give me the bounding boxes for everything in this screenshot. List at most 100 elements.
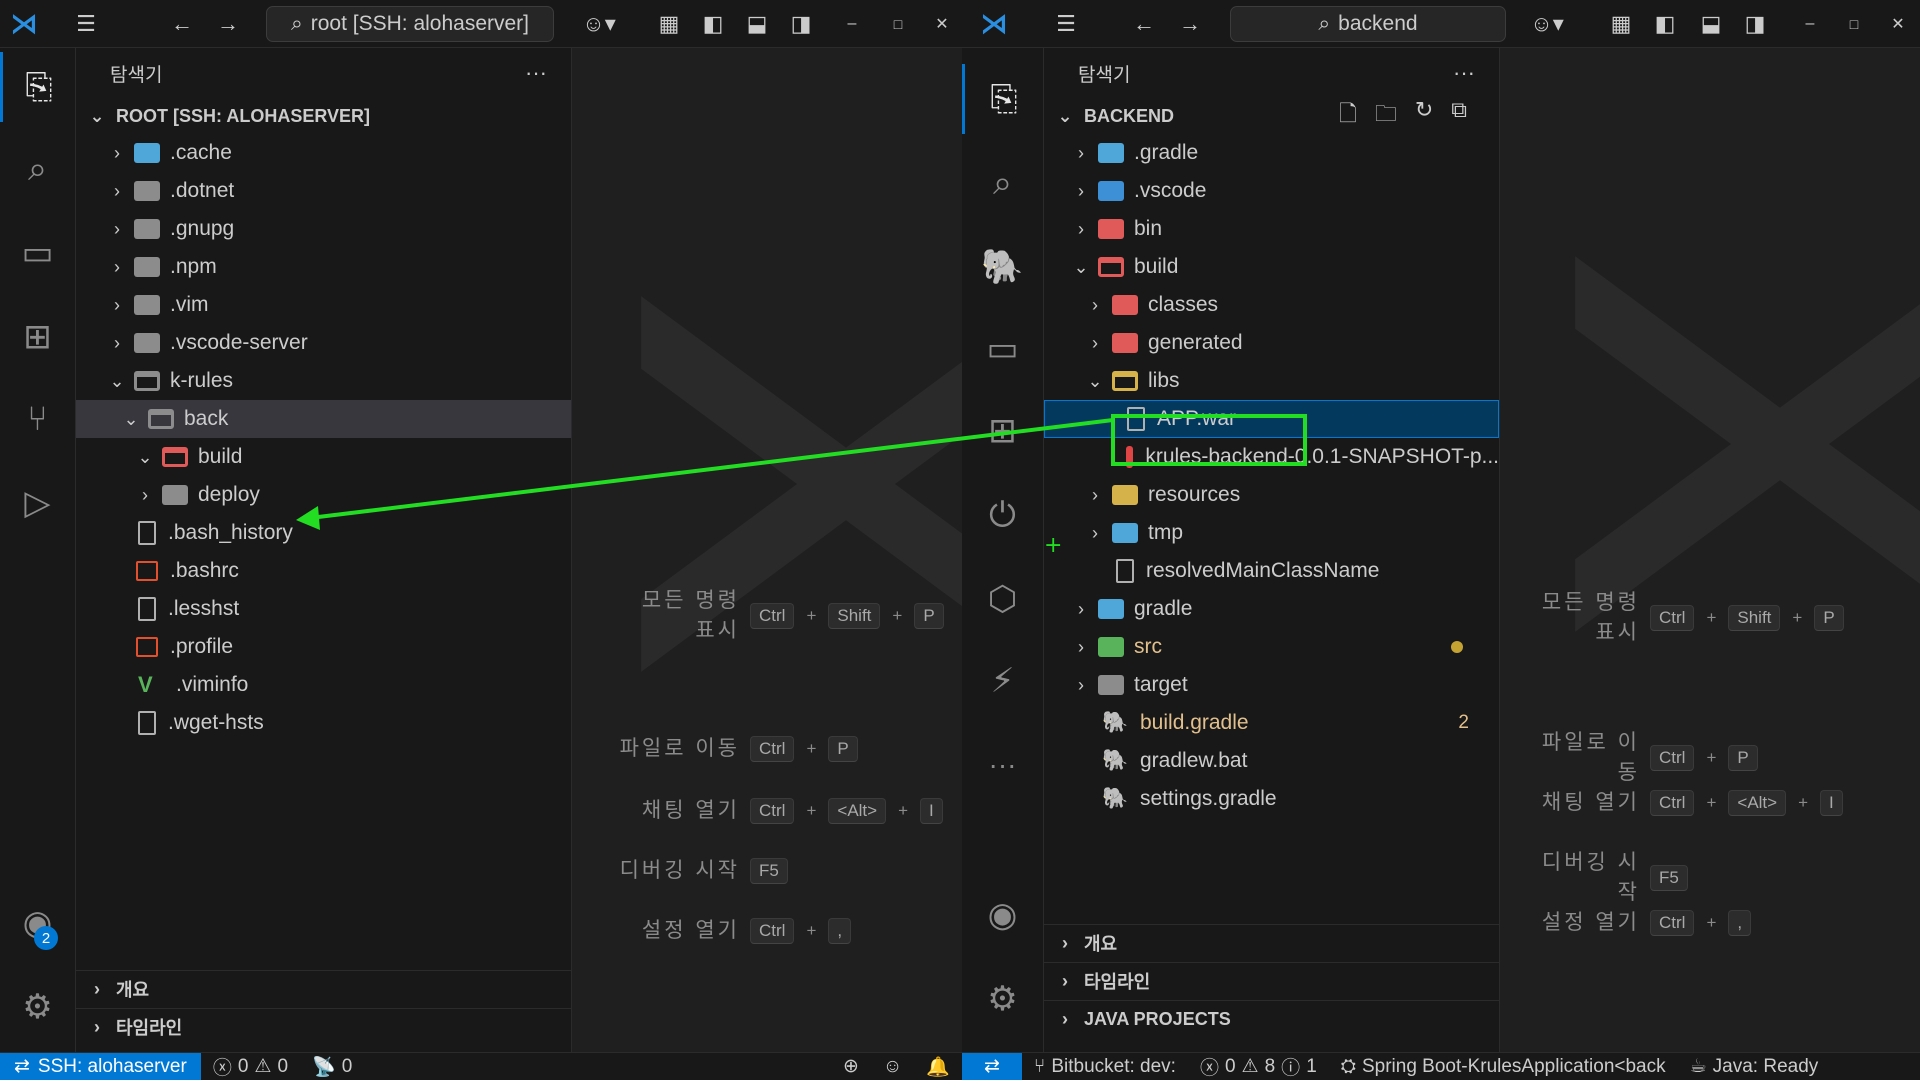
tree-item-cache[interactable]: › .cache bbox=[76, 134, 571, 172]
tree-item-build[interactable]: ⌄ build bbox=[76, 438, 571, 476]
outline-section-header[interactable]: › 개요 bbox=[1044, 925, 1499, 961]
toggle-secondary-sidebar-icon[interactable]: ◨ bbox=[1740, 11, 1770, 37]
tree-item-target[interactable]: › target bbox=[1044, 666, 1499, 704]
notifications-bell-icon[interactable]: 🔔 bbox=[914, 1055, 962, 1079]
tree-item-vim[interactable]: › .vim bbox=[76, 286, 571, 324]
tree-item-k-rules[interactable]: ⌄ k-rules bbox=[76, 362, 571, 400]
close-icon[interactable]: ✕ bbox=[1884, 14, 1912, 34]
remote-indicator[interactable]: ⇄ bbox=[962, 1053, 1022, 1080]
customize-layout-icon[interactable]: ▦ bbox=[1606, 11, 1636, 37]
tree-item-app-war[interactable]: APP.war bbox=[1044, 400, 1499, 438]
tree-item-profile[interactable]: .profile bbox=[76, 628, 571, 666]
back-arrow-icon[interactable]: ← bbox=[1128, 11, 1160, 37]
search-view-icon[interactable]: ⌕ bbox=[962, 148, 1043, 218]
tree-item-wget-hsts[interactable]: .wget-hsts bbox=[76, 704, 571, 742]
containers-box-icon[interactable]: ⬡ bbox=[962, 564, 1043, 634]
tree-item-bin[interactable]: › bin bbox=[1044, 210, 1499, 248]
more-actions-icon[interactable]: ··· bbox=[525, 60, 547, 86]
tree-item-build[interactable]: ⌄ build bbox=[1044, 248, 1499, 286]
tree-item-npm[interactable]: › .npm bbox=[76, 248, 571, 286]
root-folder-header[interactable]: ⌄ ROOT [SSH: ALOHASERVER] bbox=[76, 98, 571, 134]
menu-icon[interactable]: ☰ bbox=[1048, 11, 1084, 37]
collapse-all-icon[interactable]: ⧉ bbox=[1451, 97, 1467, 135]
accounts-icon[interactable]: ◉ bbox=[0, 888, 75, 958]
new-file-icon[interactable]: 🗋 bbox=[1339, 97, 1357, 135]
tree-item-dotnet[interactable]: › .dotnet bbox=[76, 172, 571, 210]
extensions-icon[interactable]: ⊞ bbox=[962, 396, 1043, 466]
settings-gear-icon[interactable]: ⚙ bbox=[0, 972, 75, 1042]
copilot-icon[interactable]: ☺▾ bbox=[1524, 11, 1570, 37]
more-actions-icon[interactable]: ··· bbox=[1453, 60, 1475, 86]
toggle-secondary-sidebar-icon[interactable]: ◨ bbox=[786, 11, 816, 37]
tree-item-tmp[interactable]: › tmp bbox=[1044, 514, 1499, 552]
tree-item-vscode[interactable]: › .vscode bbox=[1044, 172, 1499, 210]
tree-item-viminfo[interactable]: V .viminfo bbox=[76, 666, 571, 704]
minimize-icon[interactable]: – bbox=[838, 15, 866, 33]
tree-item-vscode-server[interactable]: › .vscode-server bbox=[76, 324, 571, 362]
forward-arrow-icon[interactable]: → bbox=[212, 11, 244, 37]
menu-icon[interactable]: ☰ bbox=[68, 11, 104, 37]
maximize-icon[interactable]: □ bbox=[1840, 16, 1868, 32]
java-status[interactable]: ☕ Java: Ready bbox=[1678, 1055, 1831, 1078]
java-projects-section-header[interactable]: › JAVA PROJECTS bbox=[1044, 1001, 1499, 1037]
tree-item-build-gradle[interactable]: 🐘 build.gradle 2 bbox=[1044, 704, 1499, 742]
tree-item-src[interactable]: › src bbox=[1044, 628, 1499, 666]
gradle-elephant-icon[interactable]: 🐘 bbox=[962, 232, 1043, 302]
back-arrow-icon[interactable]: ← bbox=[166, 11, 198, 37]
spring-boot-run-status[interactable]: ⛭ Spring Boot-KrulesApplication<back bbox=[1329, 1056, 1678, 1078]
accounts-icon[interactable]: ◉ bbox=[962, 880, 1043, 950]
command-center-search[interactable]: ⌕ root [SSH: alohaserver] bbox=[266, 6, 554, 42]
outline-section-header[interactable]: › 개요 bbox=[76, 971, 571, 1007]
forward-arrow-icon[interactable]: → bbox=[1174, 11, 1206, 37]
tree-item-classes[interactable]: › classes bbox=[1044, 286, 1499, 324]
tree-item-deploy[interactable]: › deploy bbox=[76, 476, 571, 514]
command-center-search[interactable]: ⌕ backend bbox=[1230, 6, 1506, 42]
tree-item-gradlew-bat[interactable]: 🐘 gradlew.bat bbox=[1044, 742, 1499, 780]
tree-item-bashrc[interactable]: .bashrc bbox=[76, 552, 571, 590]
run-debug-icon[interactable]: ▷ bbox=[0, 468, 75, 538]
tree-item-krules-jar[interactable]: krules-backend-0.0.1-SNAPSHOT-p... bbox=[1044, 438, 1499, 476]
bitbucket-branch[interactable]: ⑂ Bitbucket: dev: bbox=[1022, 1056, 1188, 1078]
toggle-sidebar-icon[interactable]: ◧ bbox=[1650, 11, 1680, 37]
timeline-section-header[interactable]: › 타임라인 bbox=[1044, 963, 1499, 999]
copilot-icon[interactable]: ☺▾ bbox=[576, 11, 622, 37]
tree-item-resources[interactable]: › resources bbox=[1044, 476, 1499, 514]
problems-indicator[interactable]: ⓧ 0 ⚠ 8 ⓘ 1 bbox=[1188, 1053, 1329, 1080]
explorer-icon[interactable]: ⎘ bbox=[0, 52, 75, 122]
tree-item-lesshst[interactable]: .lesshst bbox=[76, 590, 571, 628]
minimize-icon[interactable]: – bbox=[1796, 15, 1824, 33]
tree-item-resolved-main-class[interactable]: resolvedMainClassName bbox=[1044, 552, 1499, 590]
tree-item-gnupg[interactable]: › .gnupg bbox=[76, 210, 571, 248]
ports-indicator[interactable]: 📡 0 bbox=[300, 1055, 364, 1079]
tree-item-generated[interactable]: › generated bbox=[1044, 324, 1499, 362]
problems-indicator[interactable]: ⓧ 0 ⚠ 0 bbox=[201, 1053, 300, 1080]
tree-item-libs[interactable]: ⌄ libs bbox=[1044, 362, 1499, 400]
toggle-panel-icon[interactable]: ⬓ bbox=[1696, 11, 1726, 37]
source-control-icon[interactable]: ⑂ bbox=[0, 384, 75, 454]
tree-item-back[interactable]: ⌄ back bbox=[76, 400, 571, 438]
new-folder-icon[interactable]: 🗀 bbox=[1375, 97, 1397, 135]
search-view-icon[interactable]: ⌕ bbox=[0, 134, 75, 204]
remote-indicator[interactable]: ⇄ SSH: alohaserver bbox=[0, 1053, 201, 1080]
backend-folder-header[interactable]: ⌄ BACKEND 🗋 🗀 ↻ ⧉ bbox=[1044, 97, 1499, 135]
maximize-icon[interactable]: □ bbox=[884, 16, 912, 32]
tree-item-bash-history[interactable]: .bash_history bbox=[76, 514, 571, 552]
explorer-icon[interactable]: ⎘ bbox=[962, 64, 1043, 134]
copilot-status-icon[interactable]: ☺ bbox=[871, 1056, 914, 1078]
toggle-sidebar-icon[interactable]: ◧ bbox=[698, 11, 728, 37]
spring-boot-power-icon[interactable]: ⏻ bbox=[962, 480, 1043, 550]
timeline-section-header[interactable]: › 타임라인 bbox=[76, 1009, 571, 1045]
zoom-icon[interactable]: ⊕ bbox=[831, 1055, 871, 1078]
tree-item-settings-gradle[interactable]: 🐘 settings.gradle bbox=[1044, 780, 1499, 818]
remote-explorer-icon[interactable]: ▭ bbox=[0, 218, 75, 288]
extensions-icon[interactable]: ⊞ bbox=[0, 302, 75, 372]
toggle-panel-icon[interactable]: ⬓ bbox=[742, 11, 772, 37]
more-views-icon[interactable]: ··· bbox=[962, 730, 1043, 800]
customize-layout-icon[interactable]: ▦ bbox=[654, 11, 684, 37]
settings-gear-icon[interactable]: ⚙ bbox=[962, 964, 1043, 1034]
lightning-icon[interactable]: ⚡ bbox=[962, 646, 1043, 716]
remote-explorer-icon[interactable]: ▭ bbox=[962, 314, 1043, 384]
tree-item-gradle[interactable]: › gradle bbox=[1044, 590, 1499, 628]
refresh-icon[interactable]: ↻ bbox=[1415, 97, 1433, 135]
close-icon[interactable]: ✕ bbox=[928, 14, 956, 34]
